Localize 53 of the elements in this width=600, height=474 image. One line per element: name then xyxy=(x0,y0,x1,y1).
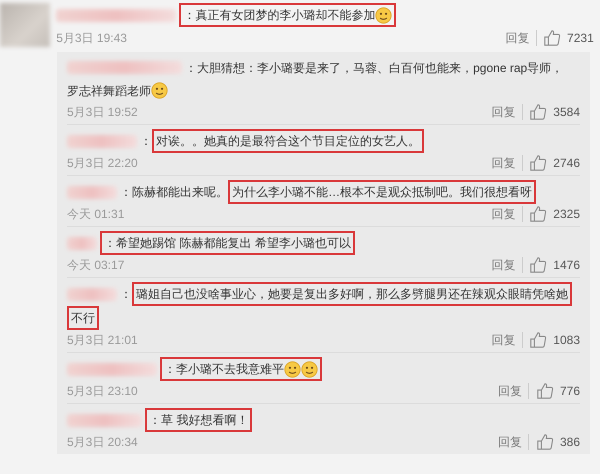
reply-link[interactable]: 回复 xyxy=(492,331,516,349)
timestamp: 今天 03:17 xyxy=(67,257,124,274)
comment-text: 璐姐自己也没啥事业心，她要是复出多好啊，那么多劈腿男还在辣观众眼睛凭啥她 xyxy=(136,286,568,303)
emoji-icon xyxy=(301,360,318,378)
comment-text: ：大胆猜想：李小璐要是来了，马蓉、白百何也能来，pgone rap导师， xyxy=(185,60,564,76)
like-count: 7231 xyxy=(567,30,594,48)
like-count: 2746 xyxy=(553,155,580,172)
reply-link[interactable]: 回复 xyxy=(492,103,516,121)
like-count: 2325 xyxy=(553,206,580,223)
blurred-avatar xyxy=(0,3,50,48)
thumbs-up-icon[interactable] xyxy=(529,103,548,121)
thumbs-up-icon[interactable] xyxy=(529,256,548,274)
like-count: 3584 xyxy=(553,104,580,121)
blurred-username xyxy=(67,288,117,300)
timestamp: 5月3日 21:01 xyxy=(67,332,138,349)
thumbs-up-icon[interactable] xyxy=(529,331,548,349)
timestamp: 5月3日 19:52 xyxy=(67,104,138,121)
timestamp: 5月3日 20:34 xyxy=(67,434,138,451)
timestamp: 5月3日 23:10 xyxy=(67,383,138,400)
comment-text: ：草 我好想看啊！ xyxy=(149,412,248,429)
comment-text: 罗志祥舞蹈老师 xyxy=(67,82,151,100)
timestamp: 今天 01:31 xyxy=(67,206,124,223)
comment-text: ：希望她踢馆 陈赫都能复出 希望李小璐也可以 xyxy=(104,235,351,252)
thumbs-up-icon[interactable] xyxy=(542,29,561,48)
timestamp: 5月3日 19:43 xyxy=(56,30,127,48)
reply-link[interactable]: 回复 xyxy=(492,205,516,223)
timestamp: 5月3日 22:20 xyxy=(67,155,138,172)
comment-text: 为什么李小璐不能…根本不是观众抵制吧。我们很想看呀 xyxy=(232,184,532,201)
thumbs-up-icon[interactable] xyxy=(529,154,548,172)
comment-text: ：李小璐不去我意难平 xyxy=(164,361,284,378)
blurred-username xyxy=(67,236,97,250)
blurred-username xyxy=(67,134,137,148)
emoji-icon xyxy=(375,6,392,24)
reply-link[interactable]: 回复 xyxy=(498,382,522,400)
thumbs-up-icon[interactable] xyxy=(529,205,548,223)
like-count: 776 xyxy=(560,383,580,400)
reply-link[interactable]: 回复 xyxy=(492,154,516,172)
comment-text: ：陈赫都能出来呢。 xyxy=(120,184,228,201)
like-count: 386 xyxy=(560,434,580,451)
comment-text: ： xyxy=(140,133,152,150)
comment-text: ： xyxy=(120,286,132,303)
like-count: 1476 xyxy=(553,257,580,274)
like-count: 1083 xyxy=(553,332,580,349)
comment-text: ：真正有女团梦的李小璐却不能参加 xyxy=(183,7,376,24)
blurred-username xyxy=(67,186,117,198)
reply-link[interactable]: 回复 xyxy=(505,29,530,48)
emoji-icon xyxy=(284,360,302,378)
comment-text: 不行 xyxy=(71,310,95,327)
comment-text: 对诶。。她真的是最符合这个节目定位的女艺人。 xyxy=(156,133,420,150)
reply-link[interactable]: 回复 xyxy=(492,256,516,274)
thumbs-up-icon[interactable] xyxy=(536,433,554,451)
thumbs-up-icon[interactable] xyxy=(536,382,554,400)
reply-link[interactable]: 回复 xyxy=(498,433,522,451)
